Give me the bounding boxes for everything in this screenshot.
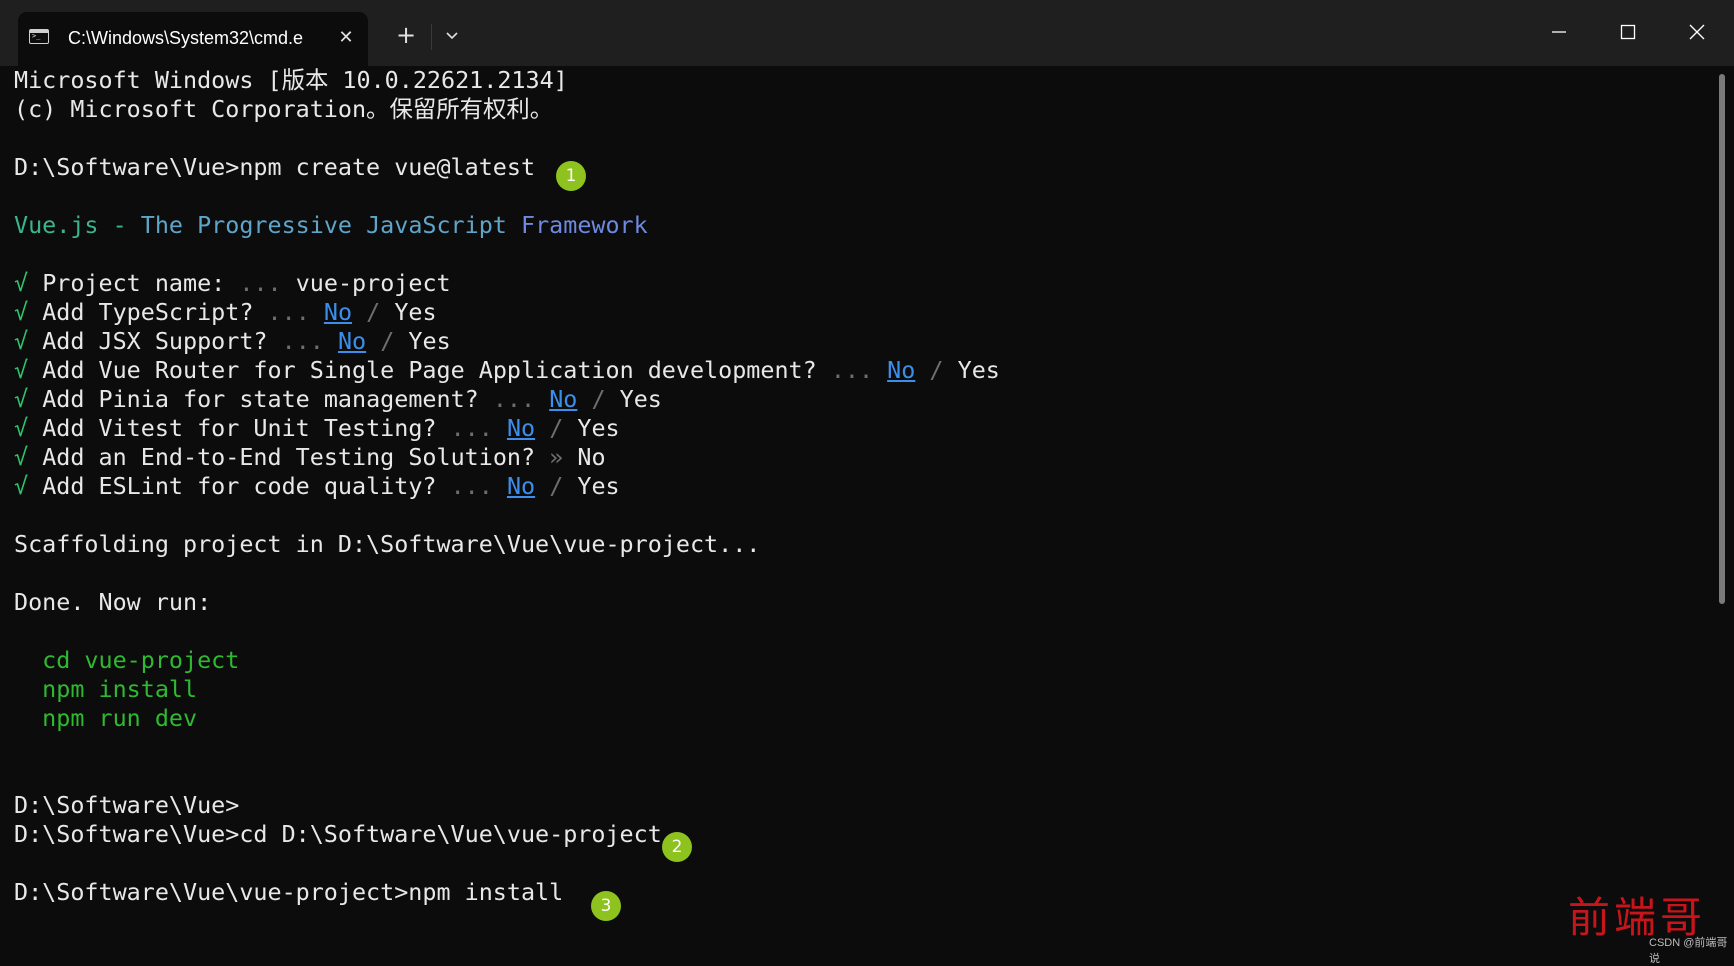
step-badge-2: 2 <box>662 832 692 862</box>
check-icon: √ <box>14 356 29 384</box>
step-badge-1: 1 <box>556 161 586 191</box>
option-no: No <box>887 356 916 384</box>
tab-cmd[interactable]: C:\Windows\System32\cmd.e ✕ <box>18 12 368 66</box>
separator: / <box>591 385 606 413</box>
check-icon: √ <box>14 443 29 471</box>
dots: ... <box>830 356 874 384</box>
option-no: No <box>549 385 578 413</box>
done-line: Done. Now run: <box>14 588 212 616</box>
terminal-window: C:\Windows\System32\cmd.e ✕ + Microsoft … <box>0 0 1734 965</box>
terminal-output[interactable]: Microsoft Windows [版本 10.0.22621.2134] (… <box>14 66 1714 957</box>
command-line: D:\Software\Vue>cd D:\Software\Vue\vue-p… <box>14 820 662 848</box>
option-yes: Yes <box>957 356 1000 384</box>
scaffold-line: Scaffolding project in D:\Software\Vue\v… <box>14 530 761 558</box>
check-icon: √ <box>14 298 29 326</box>
check-icon: √ <box>14 414 29 442</box>
copyright-line: (c) Microsoft Corporation。保留所有权利。 <box>14 95 554 123</box>
answer-value: vue-project <box>295 269 451 297</box>
separator: / <box>549 414 564 442</box>
prompt-vitest: √ Add Vitest for Unit Testing? ... No / … <box>14 414 1714 443</box>
check-icon: √ <box>14 327 29 355</box>
raquo: » <box>549 443 564 471</box>
option-no: No <box>506 472 536 500</box>
scrollbar[interactable] <box>1719 74 1725 604</box>
prompt-project-name: √ Project name: ... vue-project <box>14 269 1714 298</box>
question-text: Add an End-to-End Testing Solution? <box>42 443 536 471</box>
question-text: Add Vitest for Unit Testing? <box>42 414 437 442</box>
option-no: No <box>323 298 353 326</box>
option-yes: Yes <box>577 414 620 442</box>
vue-banner: Vue.js - The Progressive JavaScript Fram… <box>14 211 1714 240</box>
separator: / <box>929 356 944 384</box>
command-line: D:\Software\Vue\vue-project>npm install <box>14 878 564 906</box>
question-text: Add ESLint for code quality? <box>42 472 437 500</box>
dots: ... <box>281 327 324 355</box>
close-icon[interactable]: ✕ <box>334 26 358 50</box>
question-text: Project name: <box>42 269 226 297</box>
tab-title: C:\Windows\System32\cmd.e <box>68 28 304 48</box>
banner-progressive: The Progressive JavaScript <box>140 211 521 239</box>
banner-framework: Framework <box>520 211 648 239</box>
plus-icon[interactable]: + <box>392 22 420 50</box>
prompt-typescript: √ Add TypeScript? ... No / Yes <box>14 298 1714 327</box>
prompt-line: D:\Software\Vue> <box>14 791 240 819</box>
option-yes: Yes <box>577 472 620 500</box>
run-step-install: npm install <box>14 675 198 703</box>
title-bar[interactable]: C:\Windows\System32\cmd.e ✕ + <box>0 0 1734 66</box>
option-no: No <box>506 414 536 442</box>
question-text: Add Pinia for state management? <box>42 385 479 413</box>
maximize-icon[interactable] <box>1605 14 1651 50</box>
tab-divider <box>431 24 432 50</box>
minimize-icon[interactable] <box>1536 14 1582 50</box>
question-text: Add JSX Support? <box>42 327 268 355</box>
separator: / <box>380 327 395 355</box>
banner-vue: Vue.js - <box>14 211 141 239</box>
prompt-router: √ Add Vue Router for Single Page Applica… <box>14 356 1714 385</box>
prompt-e2e: √ Add an End-to-End Testing Solution? » … <box>14 443 1714 472</box>
dots: ... <box>450 414 493 442</box>
source-credit: CSDN @前端哥说 <box>1649 937 1728 965</box>
chevron-down-icon[interactable] <box>438 22 466 50</box>
option-yes: Yes <box>619 385 662 413</box>
prompt-pinia: √ Add Pinia for state management? ... No… <box>14 385 1714 414</box>
option-yes: Yes <box>394 298 437 326</box>
check-icon: √ <box>14 472 29 500</box>
check-icon: √ <box>14 269 29 297</box>
separator: / <box>366 298 381 326</box>
question-text: Add Vue Router for Single Page Applicati… <box>42 356 817 384</box>
header-line: Microsoft Windows [版本 10.0.22621.2134] <box>14 66 568 94</box>
run-step-dev: npm run dev <box>14 704 198 732</box>
answer-value: No <box>577 443 606 471</box>
step-badge-3: 3 <box>591 891 621 921</box>
question-text: Add TypeScript? <box>42 298 254 326</box>
dots: ... <box>267 298 310 326</box>
option-yes: Yes <box>408 327 451 355</box>
command-line: D:\Software\Vue>npm create vue@latest <box>14 153 536 181</box>
cmd-icon <box>29 29 49 44</box>
option-no: No <box>337 327 367 355</box>
check-icon: √ <box>14 385 29 413</box>
close-window-icon[interactable] <box>1674 14 1720 50</box>
dots: ... <box>450 472 493 500</box>
dots: ... <box>492 385 536 413</box>
dots: ... <box>239 269 282 297</box>
prompt-eslint: √ Add ESLint for code quality? ... No / … <box>14 472 1714 501</box>
prompt-jsx: √ Add JSX Support? ... No / Yes <box>14 327 1714 356</box>
run-step-cd: cd vue-project <box>14 646 240 674</box>
separator: / <box>549 472 564 500</box>
